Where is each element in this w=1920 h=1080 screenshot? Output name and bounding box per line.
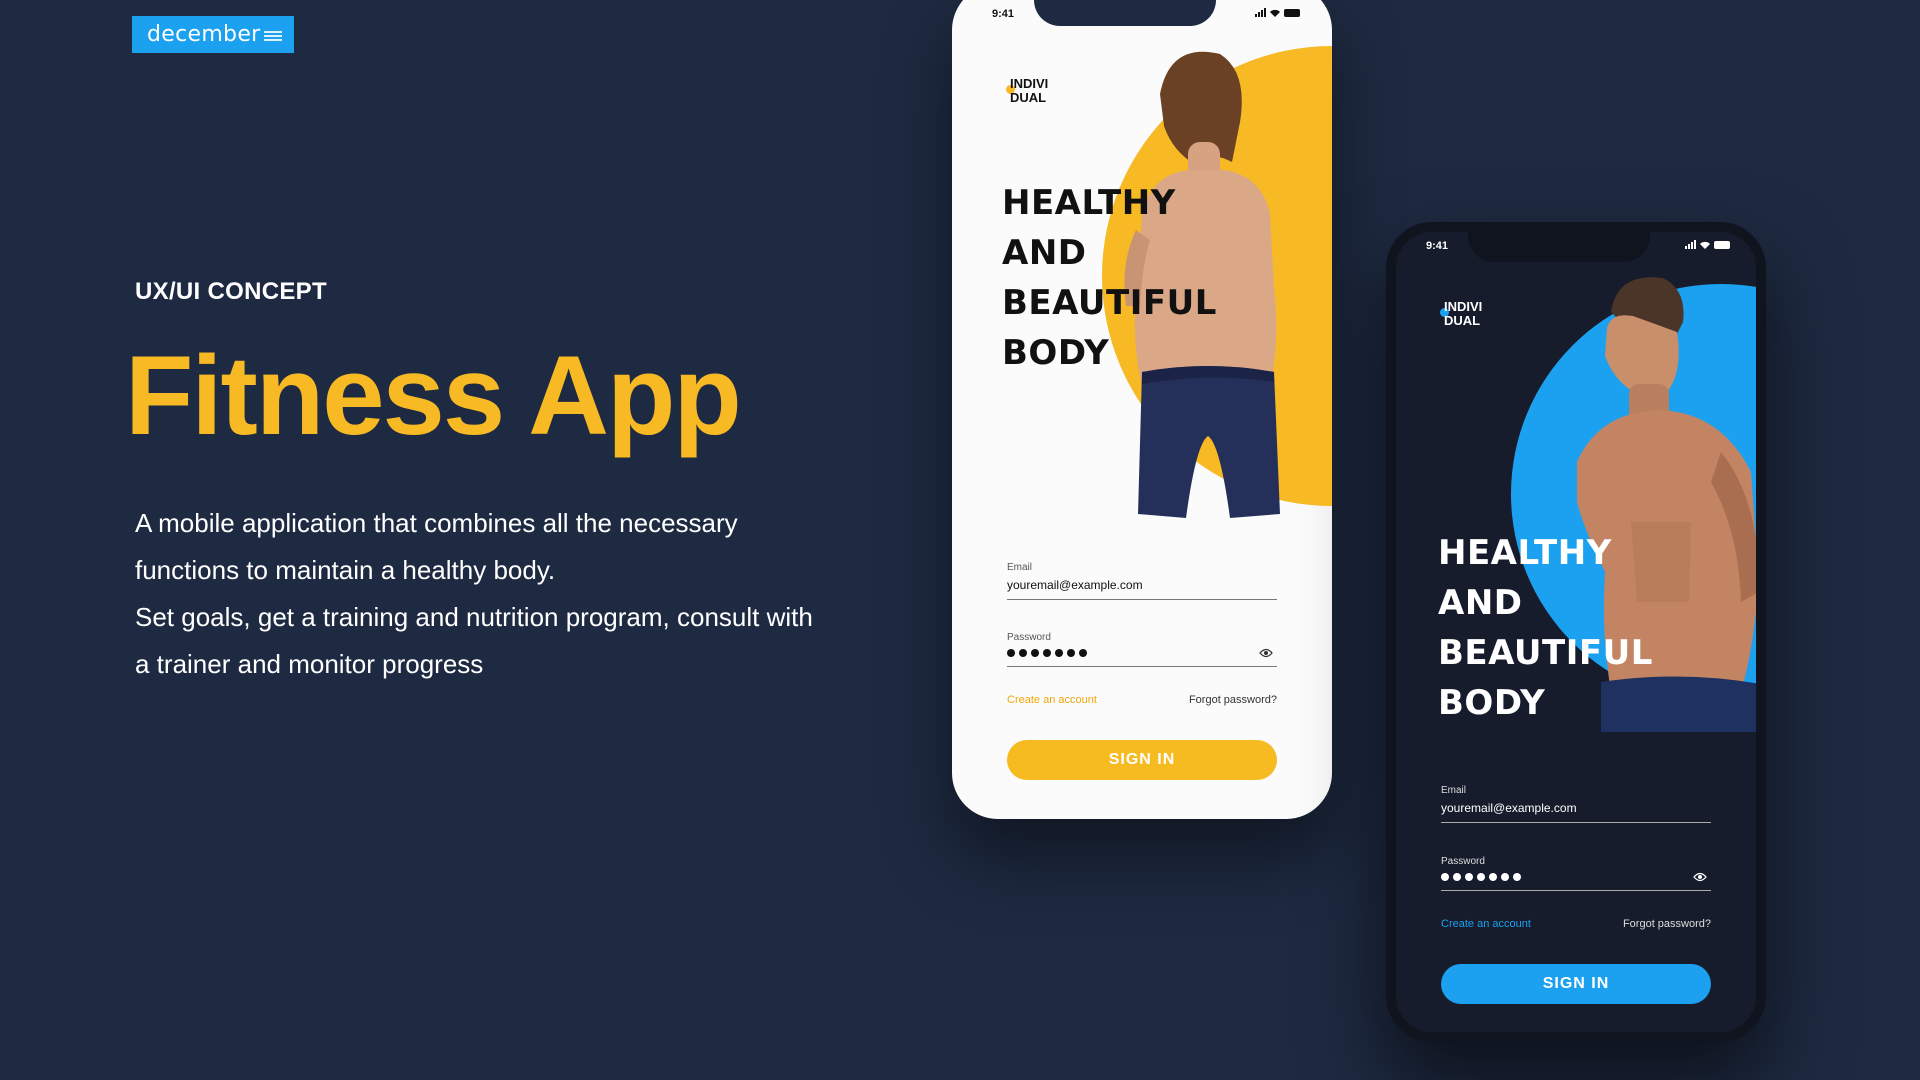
phone-notch <box>1468 232 1650 262</box>
wifi-icon <box>1700 241 1710 249</box>
wifi-icon <box>1270 9 1280 17</box>
password-field[interactable]: Password <box>1441 856 1711 891</box>
password-field[interactable]: Password <box>1007 632 1277 667</box>
forgot-password-link[interactable]: Forgot password? <box>1189 694 1277 706</box>
brand-logo[interactable]: december <box>132 16 294 53</box>
description-paragraph: A mobile application that combines all t… <box>135 508 738 585</box>
status-icons <box>1255 8 1300 17</box>
email-label: Email <box>1007 562 1033 573</box>
phone-mockup-dark: 9:41 INDIVI DUAL HEALTHY AND BEAUTIFUL B… <box>1386 222 1766 1042</box>
email-input[interactable]: youremail@example.com <box>1007 578 1277 600</box>
status-time: 9:41 <box>992 8 1015 20</box>
app-logo: INDIVI DUAL <box>1440 300 1482 328</box>
password-label: Password <box>1007 632 1051 643</box>
create-account-link[interactable]: Create an account <box>1441 918 1531 930</box>
battery-icon <box>1284 8 1300 17</box>
account-links: Create an account Forgot password? <box>1007 694 1277 706</box>
password-label: Password <box>1441 856 1485 867</box>
email-field[interactable]: Email youremail@example.com <box>1007 562 1277 600</box>
status-icons <box>1685 240 1730 249</box>
app-description: A mobile application that combines all t… <box>135 500 815 688</box>
hero-headline: HEALTHY AND BEAUTIFUL BODY <box>1438 533 1653 723</box>
status-time: 9:41 <box>1426 240 1449 252</box>
phone-mockup-light: 9:41 INDIVI DUAL HEALTHY AND BEAUTIFUL B… <box>952 0 1332 819</box>
brand-mark-icon <box>263 30 282 41</box>
create-account-link[interactable]: Create an account <box>1007 694 1097 706</box>
page-title: Fitness App <box>125 333 742 458</box>
account-links: Create an account Forgot password? <box>1441 918 1711 930</box>
email-input[interactable]: youremail@example.com <box>1441 801 1711 823</box>
brand-name: december <box>147 22 261 47</box>
section-kicker: UX/UI CONCEPT <box>135 278 327 305</box>
password-dots <box>1007 649 1087 657</box>
sign-in-button[interactable]: SIGN IN <box>1007 740 1277 780</box>
app-logo: INDIVI DUAL <box>1006 77 1048 105</box>
password-input[interactable] <box>1441 872 1711 891</box>
eye-icon[interactable] <box>1259 648 1273 658</box>
phone-notch <box>1034 0 1216 26</box>
email-field[interactable]: Email youremail@example.com <box>1441 785 1711 823</box>
battery-icon <box>1714 240 1730 249</box>
sign-in-button[interactable]: SIGN IN <box>1441 964 1711 1004</box>
signal-icon <box>1255 8 1266 17</box>
password-dots <box>1441 873 1521 881</box>
hero-headline: HEALTHY AND BEAUTIFUL BODY <box>1002 183 1217 373</box>
signal-icon <box>1685 240 1696 249</box>
password-input[interactable] <box>1007 648 1277 667</box>
email-label: Email <box>1441 785 1467 796</box>
forgot-password-link[interactable]: Forgot password? <box>1623 918 1711 930</box>
description-paragraph: Set goals, get a training and nutrition … <box>135 602 813 679</box>
eye-icon[interactable] <box>1693 872 1707 882</box>
